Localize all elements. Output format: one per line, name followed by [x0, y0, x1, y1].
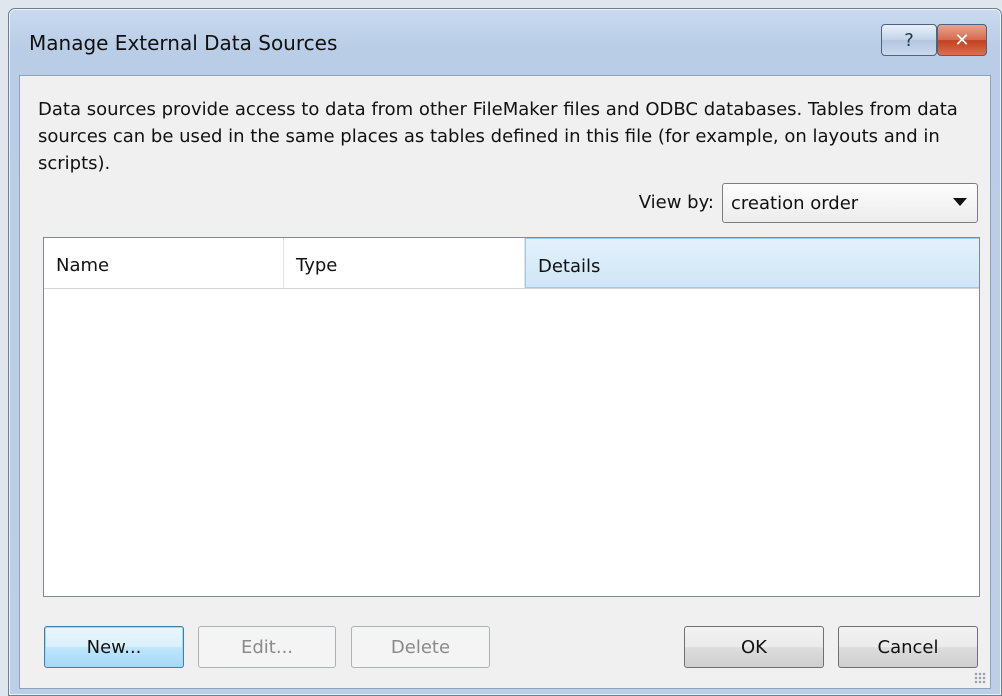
close-x-icon: ✕ [954, 29, 970, 51]
help-button[interactable]: ? [881, 24, 937, 56]
cancel-button[interactable]: Cancel [838, 626, 978, 668]
resize-grip-icon[interactable] [974, 672, 986, 684]
view-by-selected-value: creation order [731, 193, 859, 214]
edit-button[interactable]: Edit... [198, 626, 336, 668]
question-mark-icon: ? [904, 29, 914, 51]
close-button[interactable]: ✕ [937, 24, 987, 56]
view-by-dropdown[interactable]: creation order [722, 183, 978, 223]
ok-button[interactable]: OK [684, 626, 824, 668]
column-header-type[interactable]: Type [284, 238, 525, 288]
dialog-title: Manage External Data Sources [29, 31, 338, 55]
new-button[interactable]: New... [44, 626, 184, 668]
view-by-label: View by: [638, 192, 714, 213]
title-bar[interactable]: Manage External Data Sources ? ✕ [9, 9, 1001, 75]
list-header: Name Type Details [44, 238, 979, 289]
dialog-content: Data sources provide access to data from… [19, 75, 991, 689]
description-text: Data sources provide access to data from… [38, 99, 958, 174]
data-sources-list[interactable]: Name Type Details [43, 237, 980, 597]
column-header-details[interactable]: Details [525, 238, 979, 288]
delete-button[interactable]: Delete [351, 626, 490, 668]
chevron-down-icon [953, 198, 967, 206]
dialog-window: Manage External Data Sources ? ✕ Data so… [8, 8, 1002, 696]
column-header-name[interactable]: Name [44, 238, 284, 288]
